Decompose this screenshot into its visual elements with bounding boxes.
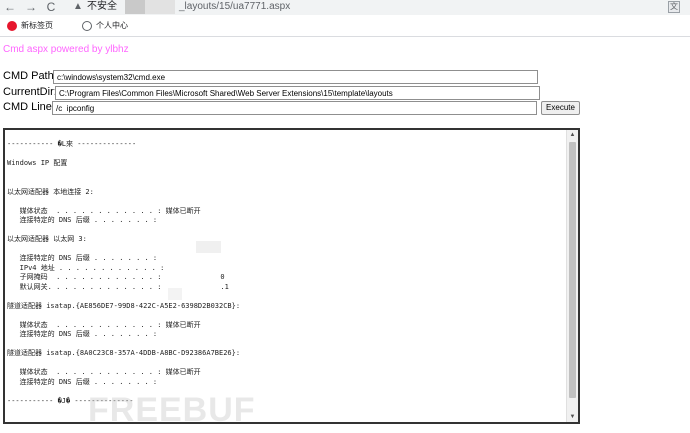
bookmark-personal-center[interactable]: 个人中心	[82, 19, 128, 33]
scroll-down-icon[interactable]: ▼	[567, 412, 578, 422]
page-brand: Cmd aspx powered by ylbhz	[3, 44, 129, 55]
current-dir-input[interactable]	[55, 86, 540, 100]
warning-triangle-icon[interactable]: ▲	[73, 1, 83, 13]
forward-arrow-icon[interactable]: →	[24, 0, 38, 15]
url-text[interactable]: _layouts/15/ua7771.aspx	[179, 1, 290, 13]
cmd-line-input[interactable]	[52, 101, 537, 115]
execute-button[interactable]: Execute	[541, 101, 580, 115]
output-text: ----------- �L來 -------------- Windows I…	[7, 140, 241, 405]
redacted-block	[168, 288, 182, 300]
bookmark-label: 个人中心	[96, 21, 128, 30]
current-dir-label: CurrentDir:	[3, 86, 57, 98]
bookmarks-bar: 新标签页 个人中心	[0, 15, 690, 37]
cmd-path-input[interactable]	[53, 70, 538, 84]
scroll-up-icon[interactable]: ▲	[567, 130, 578, 140]
bookmark-new-tab[interactable]: 新标签页	[7, 19, 53, 33]
reload-icon[interactable]: C	[44, 0, 58, 15]
address-bar[interactable]: ▲ 不安全 _layouts/15/ua7771.aspx	[63, 0, 663, 15]
security-status[interactable]: 不安全	[87, 1, 117, 13]
watermark: FREEBUF	[88, 391, 256, 429]
cmd-line-label: CMD Line:	[3, 101, 55, 113]
command-output[interactable]: ----------- �L來 -------------- Windows I…	[3, 128, 580, 424]
cmd-path-label: CMD Path:	[3, 70, 57, 82]
redacted-url	[145, 0, 175, 14]
redacted-url	[125, 0, 145, 14]
redacted-block	[196, 241, 221, 253]
browser-toolbar: ← → C ▲ 不安全 _layouts/15/ua7771.aspx 文	[0, 0, 690, 15]
translate-icon[interactable]: 文	[668, 1, 680, 13]
scroll-thumb[interactable]	[569, 142, 576, 398]
output-scrollbar[interactable]: ▲ ▼	[566, 130, 578, 422]
weibo-icon	[7, 20, 17, 31]
globe-icon	[82, 20, 92, 31]
bookmark-label: 新标签页	[21, 21, 53, 30]
back-arrow-icon[interactable]: ←	[3, 0, 17, 15]
